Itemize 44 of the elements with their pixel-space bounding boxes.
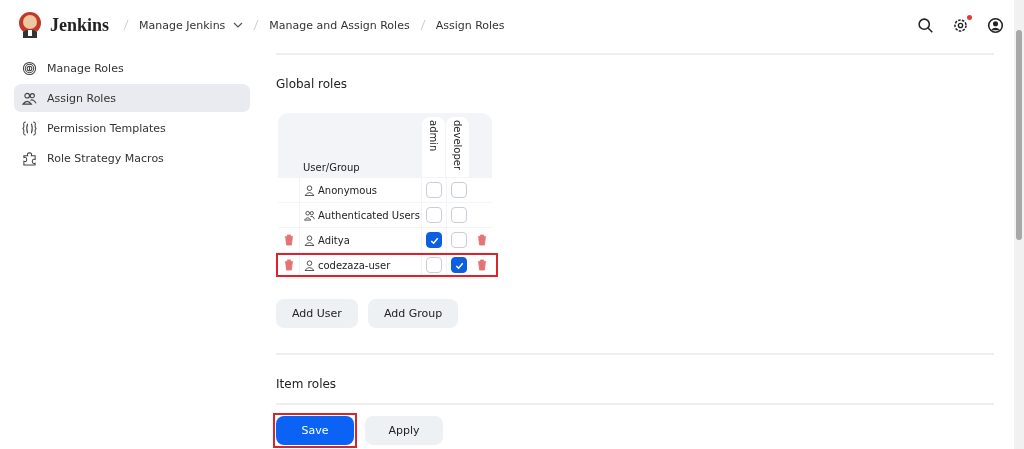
user-icon xyxy=(304,234,315,246)
delete-icon[interactable] xyxy=(283,234,294,246)
apply-button[interactable]: Apply xyxy=(365,416,443,445)
add-button[interactable]: Add User xyxy=(276,299,358,328)
braces-icon xyxy=(22,120,37,136)
breadcrumb-link[interactable]: Manage and Assign Roles xyxy=(269,18,410,32)
delete-icon[interactable] xyxy=(476,259,487,271)
puzzle-icon xyxy=(22,150,37,166)
role-checkbox[interactable] xyxy=(451,257,467,273)
separator-icon xyxy=(123,19,130,31)
chevron-down-icon[interactable] xyxy=(233,22,244,28)
breadcrumb-link[interactable]: Manage Jenkins xyxy=(139,18,244,32)
settings-icon[interactable] xyxy=(952,16,969,34)
column-header: User/Group xyxy=(302,162,361,175)
search-icon[interactable] xyxy=(917,16,934,34)
user-name: Authenticated Users xyxy=(318,209,420,221)
section-title: Global roles xyxy=(276,77,349,91)
user-name: Aditya xyxy=(318,234,350,246)
separator-icon xyxy=(253,19,260,31)
user-name: codezaza-user xyxy=(318,259,391,271)
delete-icon[interactable] xyxy=(476,234,487,246)
sidebar-item[interactable]: Permission Templates xyxy=(14,114,250,142)
people-icon xyxy=(22,90,37,106)
butler-logo-icon[interactable] xyxy=(18,11,42,39)
group-icon xyxy=(304,209,315,221)
separator-icon xyxy=(419,19,426,31)
fingerprint-icon xyxy=(22,60,37,76)
save-button[interactable]: Save xyxy=(276,416,354,445)
user-icon xyxy=(304,184,315,196)
sidebar-item[interactable]: Role Strategy Macros xyxy=(14,144,250,172)
section-title: Item roles xyxy=(276,377,338,391)
user-avatar-icon[interactable] xyxy=(987,16,1004,34)
sidebar-item[interactable]: Manage Roles xyxy=(14,54,250,82)
delete-icon[interactable] xyxy=(283,259,294,271)
sidebar-item[interactable]: Assign Roles xyxy=(14,84,250,112)
add-button[interactable]: Add Group xyxy=(367,299,459,328)
user-name: Anonymous xyxy=(318,184,377,196)
role-column-header: admin xyxy=(422,117,445,177)
scrollbar[interactable] xyxy=(1014,0,1024,449)
role-column-header: developer xyxy=(446,117,469,177)
user-icon xyxy=(304,259,315,271)
role-checkbox[interactable] xyxy=(426,232,442,248)
breadcrumb-link[interactable]: Assign Roles xyxy=(435,18,505,32)
brand-name[interactable]: Jenkins xyxy=(50,14,110,36)
